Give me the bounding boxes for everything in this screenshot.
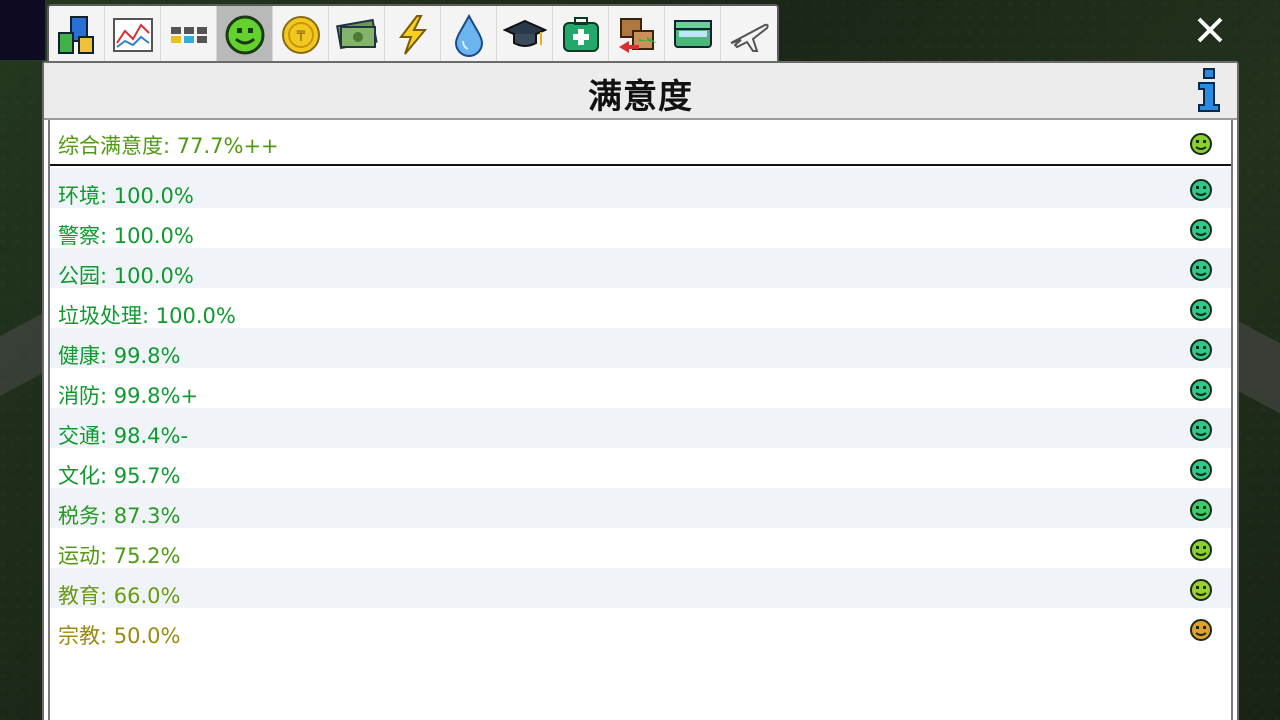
smiley-icon xyxy=(1190,619,1212,641)
satisfaction-label: 健康: 99.8% xyxy=(58,344,181,368)
satisfaction-row: 健康: 99.8% xyxy=(50,328,1231,368)
smiley-icon xyxy=(1190,459,1212,481)
satisfaction-row: 公园: 100.0% xyxy=(50,248,1231,288)
satisfaction-label: 宗教: 50.0% xyxy=(58,624,181,648)
smiley-icon xyxy=(1190,379,1212,401)
tab-water[interactable] xyxy=(441,6,497,63)
tab-buildings[interactable] xyxy=(49,6,105,63)
trade-icon xyxy=(618,17,657,53)
satisfaction-row: 教育: 66.0% xyxy=(50,568,1231,608)
satisfaction-row: 消防: 99.8%+ xyxy=(50,368,1231,408)
smiley-icon xyxy=(1190,259,1212,281)
tab-airport[interactable] xyxy=(721,6,777,63)
tab-money[interactable] xyxy=(329,6,385,63)
graduation-cap-icon xyxy=(502,19,547,47)
medical-kit-icon xyxy=(562,16,599,52)
buildings-icon xyxy=(57,15,94,54)
train-icon xyxy=(673,19,712,48)
info-icon[interactable] xyxy=(1195,67,1223,113)
satisfaction-row: 垃圾处理: 100.0% xyxy=(50,288,1231,328)
tab-satisfaction[interactable] xyxy=(217,6,273,63)
lightning-icon xyxy=(398,14,427,55)
satisfaction-label: 垃圾处理: 100.0% xyxy=(58,304,236,328)
smiley-icon xyxy=(1190,579,1212,601)
satisfaction-panel: 满意度 综合满意度: 77.7%++ 环境: 100.0% 警察: 100.0% 公… xyxy=(42,61,1239,720)
satisfaction-content: 综合满意度: 77.7%++ 环境: 100.0% 警察: 100.0% 公园: 1… xyxy=(48,120,1233,720)
category-tab-bar: ₸ xyxy=(47,4,779,63)
overall-smiley-icon xyxy=(1190,133,1212,155)
satisfaction-row: 环境: 100.0% xyxy=(50,168,1231,208)
tab-trade[interactable] xyxy=(609,6,665,63)
smiley-icon xyxy=(1190,419,1212,441)
smiley-icon xyxy=(225,15,264,54)
satisfaction-row: 交通: 98.4%- xyxy=(50,408,1231,448)
satisfaction-row: 税务: 87.3% xyxy=(50,488,1231,528)
satisfaction-label: 税务: 87.3% xyxy=(58,504,181,528)
satisfaction-label: 环境: 100.0% xyxy=(58,184,194,208)
tab-power[interactable] xyxy=(385,6,441,63)
close-icon xyxy=(1197,17,1223,43)
smiley-icon xyxy=(1190,339,1212,361)
money-icon xyxy=(335,18,378,49)
tab-coin[interactable]: ₸ xyxy=(273,6,329,63)
tab-health[interactable] xyxy=(553,6,609,63)
water-drop-icon xyxy=(454,13,483,57)
line-graph-icon xyxy=(112,17,153,52)
close-button[interactable] xyxy=(1192,12,1228,48)
smiley-icon xyxy=(1190,179,1212,201)
satisfaction-label: 公园: 100.0% xyxy=(58,264,194,288)
satisfaction-row: 宗教: 50.0% xyxy=(50,608,1231,648)
map-edge xyxy=(0,0,45,60)
coin-icon: ₸ xyxy=(281,15,320,54)
tab-grid[interactable] xyxy=(161,6,217,63)
grid-icon xyxy=(170,26,207,43)
tab-transport[interactable] xyxy=(665,6,721,63)
satisfaction-row: 运动: 75.2% xyxy=(50,528,1231,568)
satisfaction-label: 运动: 75.2% xyxy=(58,544,181,568)
satisfaction-row: 文化: 95.7% xyxy=(50,448,1231,488)
satisfaction-label: 警察: 100.0% xyxy=(58,224,194,248)
svg-text:₸: ₸ xyxy=(296,29,305,45)
satisfaction-row: 警察: 100.0% xyxy=(50,208,1231,248)
smiley-icon xyxy=(1190,539,1212,561)
airplane-icon xyxy=(730,23,769,52)
page-title: 满意度 xyxy=(588,77,693,117)
smiley-icon xyxy=(1190,499,1212,521)
overall-satisfaction-row: 综合满意度: 77.7%++ xyxy=(50,120,1231,166)
satisfaction-label: 文化: 95.7% xyxy=(58,464,181,488)
satisfaction-label: 教育: 66.0% xyxy=(58,584,181,608)
smiley-icon xyxy=(1190,219,1212,241)
panel-header: 满意度 xyxy=(44,63,1237,120)
tab-graphs[interactable] xyxy=(105,6,161,63)
overall-satisfaction-label: 综合满意度: 77.7%++ xyxy=(58,134,279,158)
satisfaction-list: 环境: 100.0% 警察: 100.0% 公园: 100.0% 垃圾处理: 100.… xyxy=(50,168,1231,648)
tab-education[interactable] xyxy=(497,6,553,63)
satisfaction-label: 消防: 99.8%+ xyxy=(58,384,199,408)
satisfaction-label: 交通: 98.4%- xyxy=(58,424,189,448)
smiley-icon xyxy=(1190,299,1212,321)
